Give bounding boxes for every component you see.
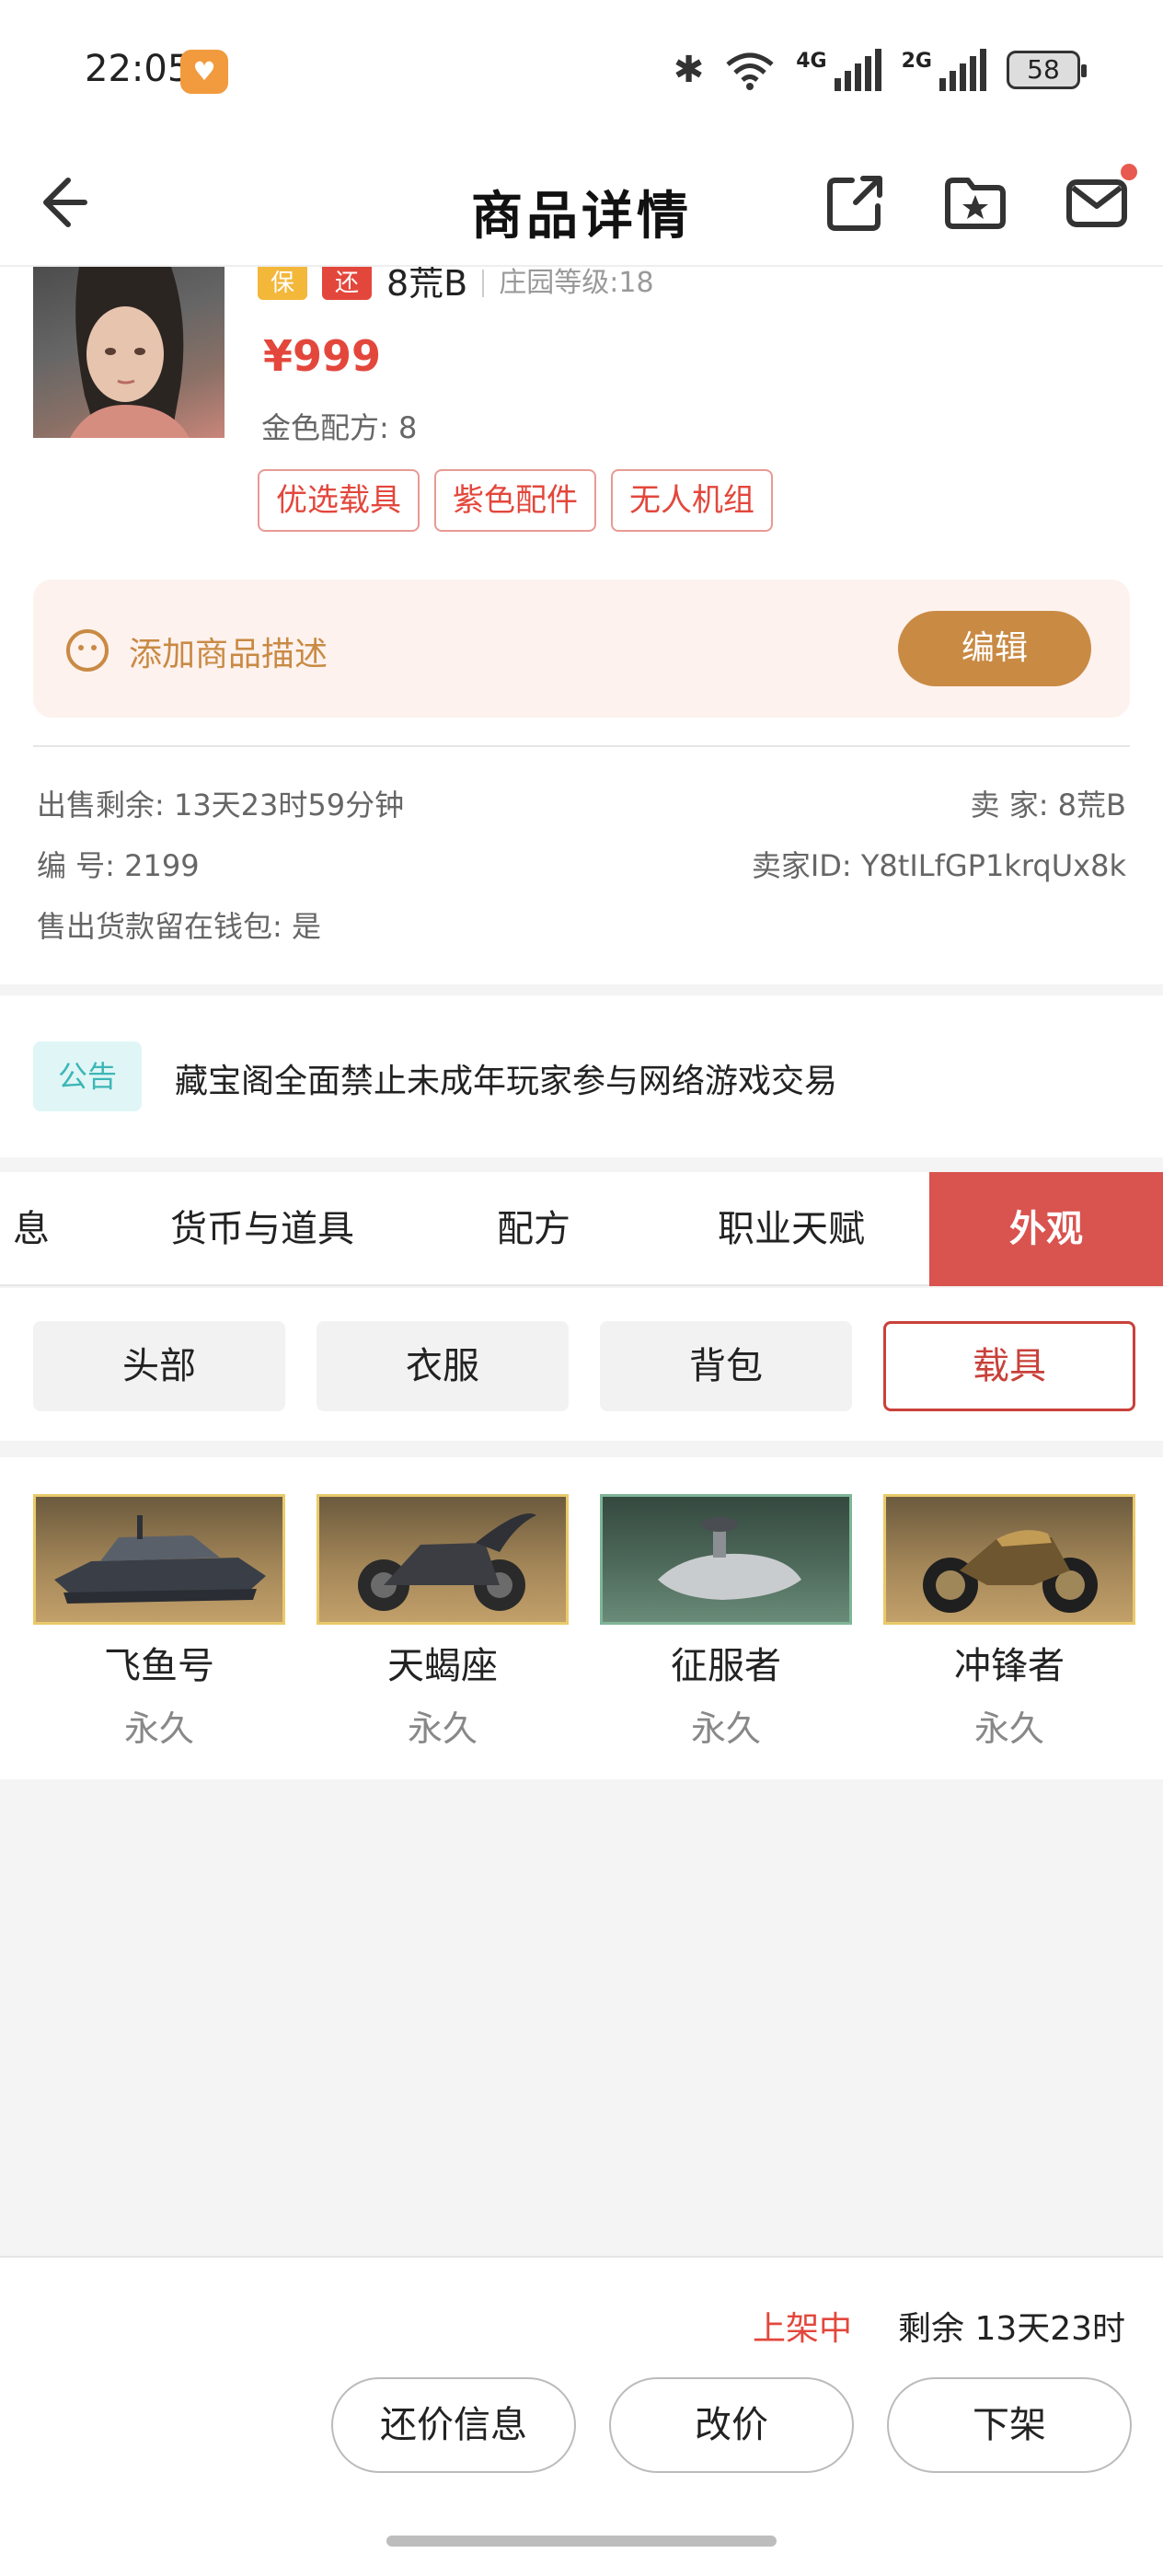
vehicle-name: 飞鱼号 [104, 1645, 214, 1687]
gold-recipe-count: 金色配方: 8 [261, 410, 418, 445]
tab-currency-items[interactable]: 货币与道具 [129, 1172, 396, 1286]
announcement-bar: 公告 藏宝阁全面禁止未成年玩家参与网络游戏交易 [0, 995, 1163, 1157]
bottom-action-bar: 上架中 剩余 13天23时 还价信息 改价 下架 [0, 2256, 1163, 2576]
feature-tags: 优选载具 紫色配件 无人机组 [258, 469, 773, 532]
subcat-backpack[interactable]: 背包 [600, 1321, 852, 1411]
boat-image [33, 1494, 285, 1625]
seller-row: 保 还 8荒B 庄园等级:18 [258, 267, 654, 300]
appearance-subcategories: 头部 衣服 背包 载具 [0, 1288, 1163, 1441]
divider [33, 745, 1130, 747]
edit-button[interactable]: 编辑 [898, 611, 1091, 686]
tag-chip: 紫色配件 [434, 469, 596, 532]
battery-icon: 58 [1007, 51, 1087, 89]
tab-info[interactable]: 息 [0, 1172, 55, 1286]
tab-appearance[interactable]: 外观 [929, 1172, 1163, 1286]
sale-remaining: 出售剩余: 13天23时59分钟 [37, 788, 405, 822]
share-icon[interactable] [819, 166, 892, 239]
vehicle-name: 冲锋者 [954, 1645, 1065, 1687]
status-icons: ✱ 4G 2G 58 [673, 44, 1087, 96]
seller-info: 卖 家: 8荒B [970, 788, 1126, 822]
category-tabs: 息 货币与道具 配方 职业天赋 外观 [0, 1172, 1163, 1286]
vehicle-name: 征服者 [671, 1645, 781, 1687]
notice-text: 藏宝阁全面禁止未成年玩家参与网络游戏交易 [175, 1063, 838, 1100]
vehicle-card[interactable]: 飞鱼号 永久 [33, 1494, 285, 1751]
description-box[interactable]: 添加商品描述 编辑 [33, 580, 1130, 718]
item-number: 编 号: 2199 [37, 848, 200, 883]
tab-talents[interactable]: 职业天赋 [672, 1172, 911, 1286]
nav-header: 商品详情 [0, 147, 1163, 267]
bargain-badge: 还 [322, 267, 372, 300]
vehicle-duration: 永久 [973, 1708, 1044, 1749]
jetski-image [600, 1494, 852, 1625]
character-avatar [33, 267, 225, 438]
vehicle-duration: 永久 [407, 1708, 478, 1749]
vehicle-grid: 飞鱼号 永久 天蝎座 永久 征服者 永久 冲锋者 永久 [0, 1457, 1163, 1779]
signal-2g-icon: 2G [902, 49, 986, 91]
wallet-setting: 售出货款留在钱包: 是 [37, 909, 321, 944]
product-summary: 保 还 8荒B 庄园等级:18 ¥999 金色配方: 8 优选载具 紫色配件 无… [0, 267, 1163, 984]
motorcycle-image [883, 1494, 1135, 1625]
listing-status: 上架中 [753, 2310, 853, 2348]
subcat-clothes[interactable]: 衣服 [317, 1321, 569, 1411]
motorbike-image [317, 1494, 569, 1625]
smile-icon [66, 629, 109, 672]
vehicle-card[interactable]: 冲锋者 永久 [883, 1494, 1135, 1751]
tag-chip: 优选载具 [258, 469, 420, 532]
app-badge-icon: ♥ [180, 50, 228, 94]
subcat-vehicle[interactable]: 载具 [883, 1321, 1135, 1411]
tab-recipes[interactable]: 配方 [442, 1172, 626, 1286]
notice-tag: 公告 [33, 1041, 142, 1111]
favorite-folder-icon[interactable] [938, 166, 1012, 239]
clock: 22:05 [85, 48, 191, 90]
subcat-head[interactable]: 头部 [33, 1321, 285, 1411]
guild-level: 庄园等级:18 [499, 267, 654, 299]
signal-4g-icon: 4G [796, 49, 881, 91]
vehicle-card[interactable]: 天蝎座 永久 [317, 1494, 569, 1751]
bluetooth-icon: ✱ [673, 49, 705, 91]
home-indicator[interactable] [386, 2536, 777, 2547]
seller-id: 卖家ID: Y8tILfGP1krqUx8k [751, 848, 1126, 883]
wifi-icon [726, 52, 774, 90]
price: ¥999 [263, 331, 382, 381]
notification-dot [1121, 164, 1137, 180]
vehicle-duration: 永久 [123, 1708, 194, 1749]
guarantee-badge: 保 [258, 267, 307, 300]
delist-button[interactable]: 下架 [887, 2377, 1132, 2473]
bargain-info-button[interactable]: 还价信息 [331, 2377, 576, 2473]
vehicle-duration: 永久 [690, 1708, 761, 1749]
vehicle-name: 天蝎座 [387, 1645, 498, 1687]
divider [482, 270, 485, 297]
vehicle-card[interactable]: 征服者 永久 [600, 1494, 852, 1751]
status-bar: 22:05 ♥ ✱ 4G 2G 58 [0, 0, 1163, 147]
tag-chip: 无人机组 [611, 469, 773, 532]
add-description-label[interactable]: 添加商品描述 [129, 627, 328, 675]
change-price-button[interactable]: 改价 [609, 2377, 854, 2473]
seller-name: 8荒B [386, 267, 468, 300]
listing-remaining: 剩余 13天23时 [898, 2310, 1126, 2348]
